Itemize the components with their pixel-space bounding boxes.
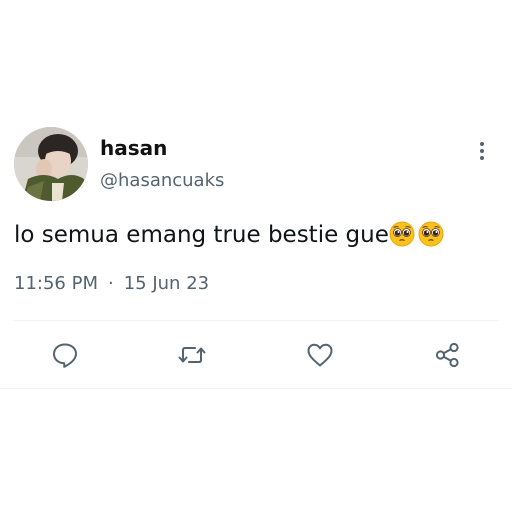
- tweet-time: 11:56 PM: [14, 273, 98, 294]
- divider: [0, 388, 512, 389]
- pleading-face-emoji-icon: [389, 221, 415, 247]
- tweet-card: hasan @hasancuaks lo semua emang true be…: [0, 0, 512, 512]
- heart-icon: [307, 343, 333, 367]
- tweet-timestamp[interactable]: 11:56 PM · 15 Jun 23: [14, 272, 209, 296]
- like-button[interactable]: [305, 340, 335, 370]
- more-options-icon[interactable]: [470, 138, 494, 164]
- tweet-date: 15 Jun 23: [123, 273, 210, 294]
- speech-bubble-icon: [53, 343, 77, 368]
- share-button[interactable]: [433, 340, 463, 370]
- tweet-text: lo semua emang true bestie gue: [14, 222, 389, 248]
- divider: [14, 320, 498, 321]
- share-nodes-icon: [435, 342, 459, 368]
- tweet-text-container: lo semua emang true bestie gue: [14, 219, 444, 251]
- user-handle[interactable]: @hasancuaks: [100, 169, 224, 193]
- avatar[interactable]: [14, 127, 88, 201]
- pleading-face-emoji-icon: [418, 221, 444, 247]
- display-name[interactable]: hasan: [100, 136, 167, 160]
- meta-separator: ·: [107, 273, 114, 294]
- retweet-arrows-icon: [178, 347, 206, 363]
- reply-button[interactable]: [50, 340, 80, 370]
- retweet-button[interactable]: [177, 340, 207, 370]
